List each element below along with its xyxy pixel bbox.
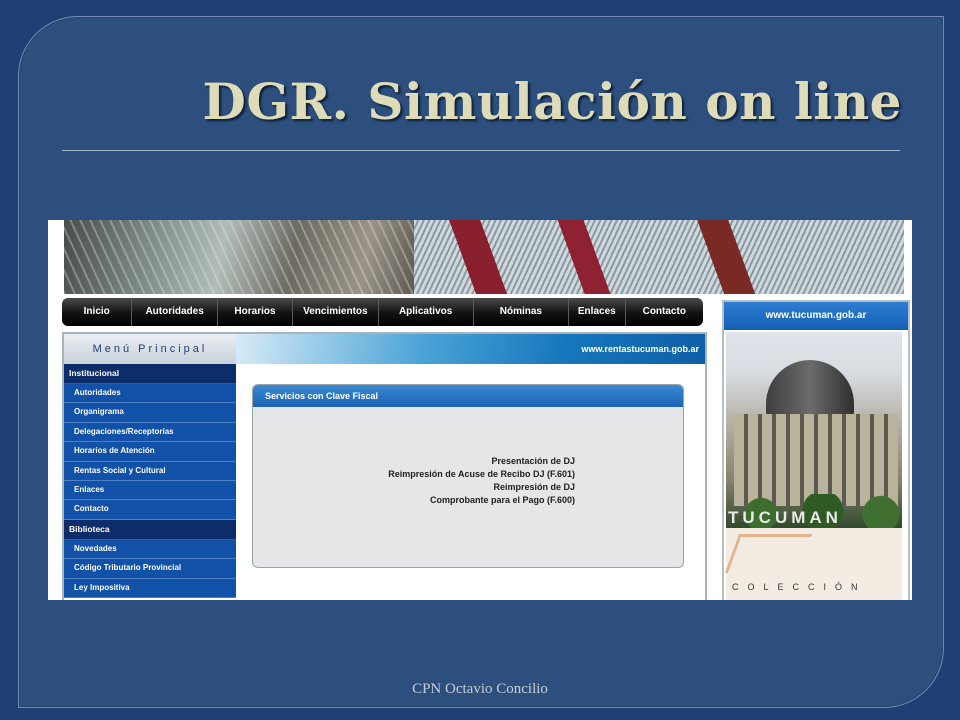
- side-url[interactable]: www.tucuman.gob.ar: [724, 302, 908, 330]
- slide-title: DGR. Simulación on line: [202, 72, 902, 131]
- nav-enlaces[interactable]: Enlaces: [569, 298, 626, 326]
- menu-item-horarios[interactable]: Horarios de Atención: [64, 442, 236, 462]
- menu-item-codigo-tributario[interactable]: Código Tributario Provincial: [64, 559, 236, 579]
- side-menu: Institucional Autoridades Organigrama De…: [64, 364, 236, 598]
- nav-inicio[interactable]: Inicio: [62, 298, 133, 326]
- link-reimpresion-acuse[interactable]: Reimpresión de Acuse de Recibo DJ (F.601…: [388, 468, 575, 481]
- menu-item-organigrama[interactable]: Organigrama: [64, 403, 236, 423]
- nav-vencimientos[interactable]: Vencimientos: [293, 298, 379, 326]
- banner-photo-atrium: [414, 220, 904, 294]
- menu-item-contacto[interactable]: Contacto: [64, 500, 236, 520]
- services-panel: Servicios con Clave Fiscal Presentación …: [252, 384, 684, 568]
- menu-item-autoridades[interactable]: Autoridades: [64, 384, 236, 404]
- main-frame: Menú Principal www.rentastucuman.gob.ar …: [62, 332, 707, 600]
- nav-horarios[interactable]: Horarios: [218, 298, 294, 326]
- dome: [766, 360, 854, 418]
- nav-contacto[interactable]: Contacto: [626, 298, 703, 326]
- art-collection-banner: COLECCIÓN: [724, 528, 902, 600]
- side-caption: TUCUMAN: [728, 508, 842, 527]
- main-navbar: Inicio Autoridades Horarios Vencimientos…: [62, 298, 703, 326]
- side-banner[interactable]: www.tucuman.gob.ar TUCUMAN COLECCIÓN: [722, 300, 910, 600]
- menu-section-institucional: Institucional: [64, 364, 236, 384]
- menu-title: Menú Principal: [64, 334, 236, 364]
- header-banner: [64, 220, 904, 294]
- side-collection: COLECCIÓN: [732, 582, 867, 592]
- nav-aplicativos[interactable]: Aplicativos: [379, 298, 474, 326]
- menu-item-rentas-social[interactable]: Rentas Social y Cultural: [64, 461, 236, 481]
- title-divider: [62, 150, 900, 151]
- menu-item-novedades[interactable]: Novedades: [64, 539, 236, 560]
- nav-autoridades[interactable]: Autoridades: [132, 298, 218, 326]
- menu-item-delegaciones[interactable]: Delegaciones/Receptorías: [64, 422, 236, 443]
- link-comprobante-pago[interactable]: Comprobante para el Pago (F.600): [388, 494, 575, 507]
- website-screenshot: Inicio Autoridades Horarios Vencimientos…: [48, 220, 912, 600]
- site-header: www.rentastucuman.gob.ar: [236, 334, 705, 364]
- menu-item-ley-impositiva[interactable]: Ley Impositiva: [64, 578, 236, 598]
- slide-footer: CPN Octavio Concilio: [412, 681, 548, 697]
- site-url: www.rentastucuman.gob.ar: [581, 344, 699, 354]
- link-presentacion-dj[interactable]: Presentación de DJ: [388, 455, 575, 468]
- nav-nominas[interactable]: Nóminas: [474, 298, 570, 326]
- menu-section-biblioteca: Biblioteca: [64, 519, 236, 540]
- services-links: Presentación de DJ Reimpresión de Acuse …: [388, 455, 575, 507]
- art-shape: [724, 534, 813, 573]
- services-title: Servicios con Clave Fiscal: [253, 385, 683, 407]
- menu-item-enlaces[interactable]: Enlaces: [64, 480, 236, 501]
- link-reimpresion-dj[interactable]: Reimpresión de DJ: [388, 481, 575, 494]
- banner-photo-stairs: [64, 220, 414, 294]
- facade: [734, 414, 898, 506]
- government-building-photo: [726, 332, 902, 528]
